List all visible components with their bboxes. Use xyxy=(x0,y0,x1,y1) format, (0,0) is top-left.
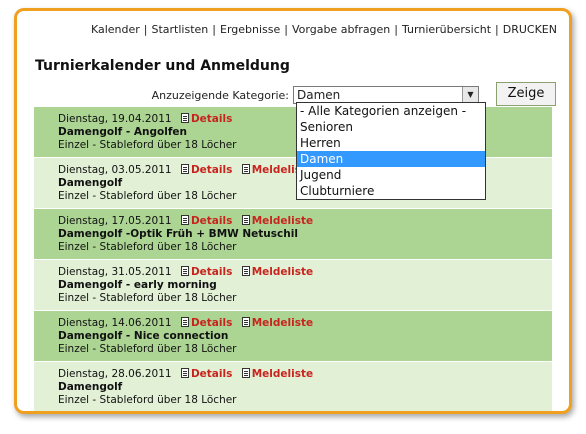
details-link[interactable]: Details xyxy=(191,266,232,278)
event-format: Einzel - Stableford über 18 Löcher xyxy=(58,343,237,355)
category-dropdown-list: - Alle Kategorien anzeigen - Senioren He… xyxy=(296,102,486,200)
meldeliste-link[interactable]: Meldeliste xyxy=(252,317,313,329)
category-option-herren[interactable]: Herren xyxy=(297,135,485,151)
category-option-jugend[interactable]: Jugend xyxy=(297,167,485,183)
category-option-all[interactable]: - Alle Kategorien anzeigen - xyxy=(297,103,485,119)
nav-link-turnieruebersicht[interactable]: Turnierübersicht xyxy=(402,23,491,36)
event-date: Dienstag, 31.05.2011 xyxy=(58,266,172,278)
details-link[interactable]: Details xyxy=(191,113,232,125)
meldeliste-link[interactable]: Meldeliste xyxy=(252,215,313,227)
nav-link-drucken[interactable]: DRUCKEN xyxy=(503,23,557,36)
top-navigation: Kalender | Startlisten | Ergebnisse | Vorgabe … xyxy=(90,23,557,36)
category-label: Anzuzeigende Kategorie: xyxy=(151,88,289,102)
event-name: Damengolf - early morning xyxy=(58,279,217,291)
meldeliste-link[interactable]: Meldeliste xyxy=(252,266,313,278)
document-icon[interactable] xyxy=(241,266,250,276)
event-name: Damengolf - Nice connection xyxy=(58,330,229,342)
category-option-damen[interactable]: Damen xyxy=(297,151,485,167)
nav-link-ergebnisse[interactable]: Ergebnisse xyxy=(220,23,280,36)
meldeliste-link[interactable]: Meldeliste xyxy=(252,368,313,380)
event-name: Damengolf xyxy=(58,381,123,393)
document-icon[interactable] xyxy=(180,317,189,327)
document-icon[interactable] xyxy=(241,164,250,174)
document-icon[interactable] xyxy=(241,215,250,225)
event-row: Dienstag, 28.06.2011 Details Meldeliste … xyxy=(34,362,552,411)
details-link[interactable]: Details xyxy=(191,317,232,329)
event-name: Damengolf -Optik Früh + BMW Netuschil xyxy=(58,228,298,240)
show-button[interactable]: Zeige xyxy=(496,82,556,106)
chevron-down-icon[interactable]: ▼ xyxy=(462,87,478,103)
event-date: Dienstag, 14.06.2011 xyxy=(58,317,172,329)
category-option-clubturniere[interactable]: Clubturniere xyxy=(297,183,485,199)
document-icon[interactable] xyxy=(241,368,250,378)
nav-link-startlisten[interactable]: Startlisten xyxy=(152,23,209,36)
document-icon[interactable] xyxy=(180,215,189,225)
event-date: Dienstag, 03.05.2011 xyxy=(58,164,172,176)
event-format: Einzel - Stableford über 18 Löcher xyxy=(58,292,237,304)
event-row: Dienstag, 31.05.2011 Details Meldeliste … xyxy=(34,260,552,311)
event-date: Dienstag, 19.04.2011 xyxy=(58,113,172,125)
details-link[interactable]: Details xyxy=(191,368,232,380)
document-icon[interactable] xyxy=(180,266,189,276)
document-icon[interactable] xyxy=(180,164,189,174)
details-link[interactable]: Details xyxy=(191,215,232,227)
event-date: Dienstag, 17.05.2011 xyxy=(58,215,172,227)
nav-link-kalender[interactable]: Kalender xyxy=(91,23,140,36)
document-icon[interactable] xyxy=(241,317,250,327)
details-link[interactable]: Details xyxy=(191,164,232,176)
content-frame: Kalender | Startlisten | Ergebnisse | Vorgabe … xyxy=(14,8,572,414)
category-option-senioren[interactable]: Senioren xyxy=(297,119,485,135)
event-format: Einzel - Stableford über 18 Löcher xyxy=(58,394,237,406)
document-icon[interactable] xyxy=(180,113,189,123)
event-date: Dienstag, 28.06.2011 xyxy=(58,368,172,380)
nav-link-vorgabe[interactable]: Vorgabe abfragen xyxy=(292,23,390,36)
event-row: Dienstag, 17.05.2011 Details Meldeliste … xyxy=(34,209,552,260)
page-title: Turnierkalender und Anmeldung xyxy=(35,58,290,74)
category-selected-value: Damen xyxy=(297,88,341,102)
event-row: Dienstag, 14.06.2011 Details Meldeliste … xyxy=(34,311,552,362)
event-format: Einzel - Stableford über 18 Löcher xyxy=(58,241,237,253)
document-icon[interactable] xyxy=(180,368,189,378)
